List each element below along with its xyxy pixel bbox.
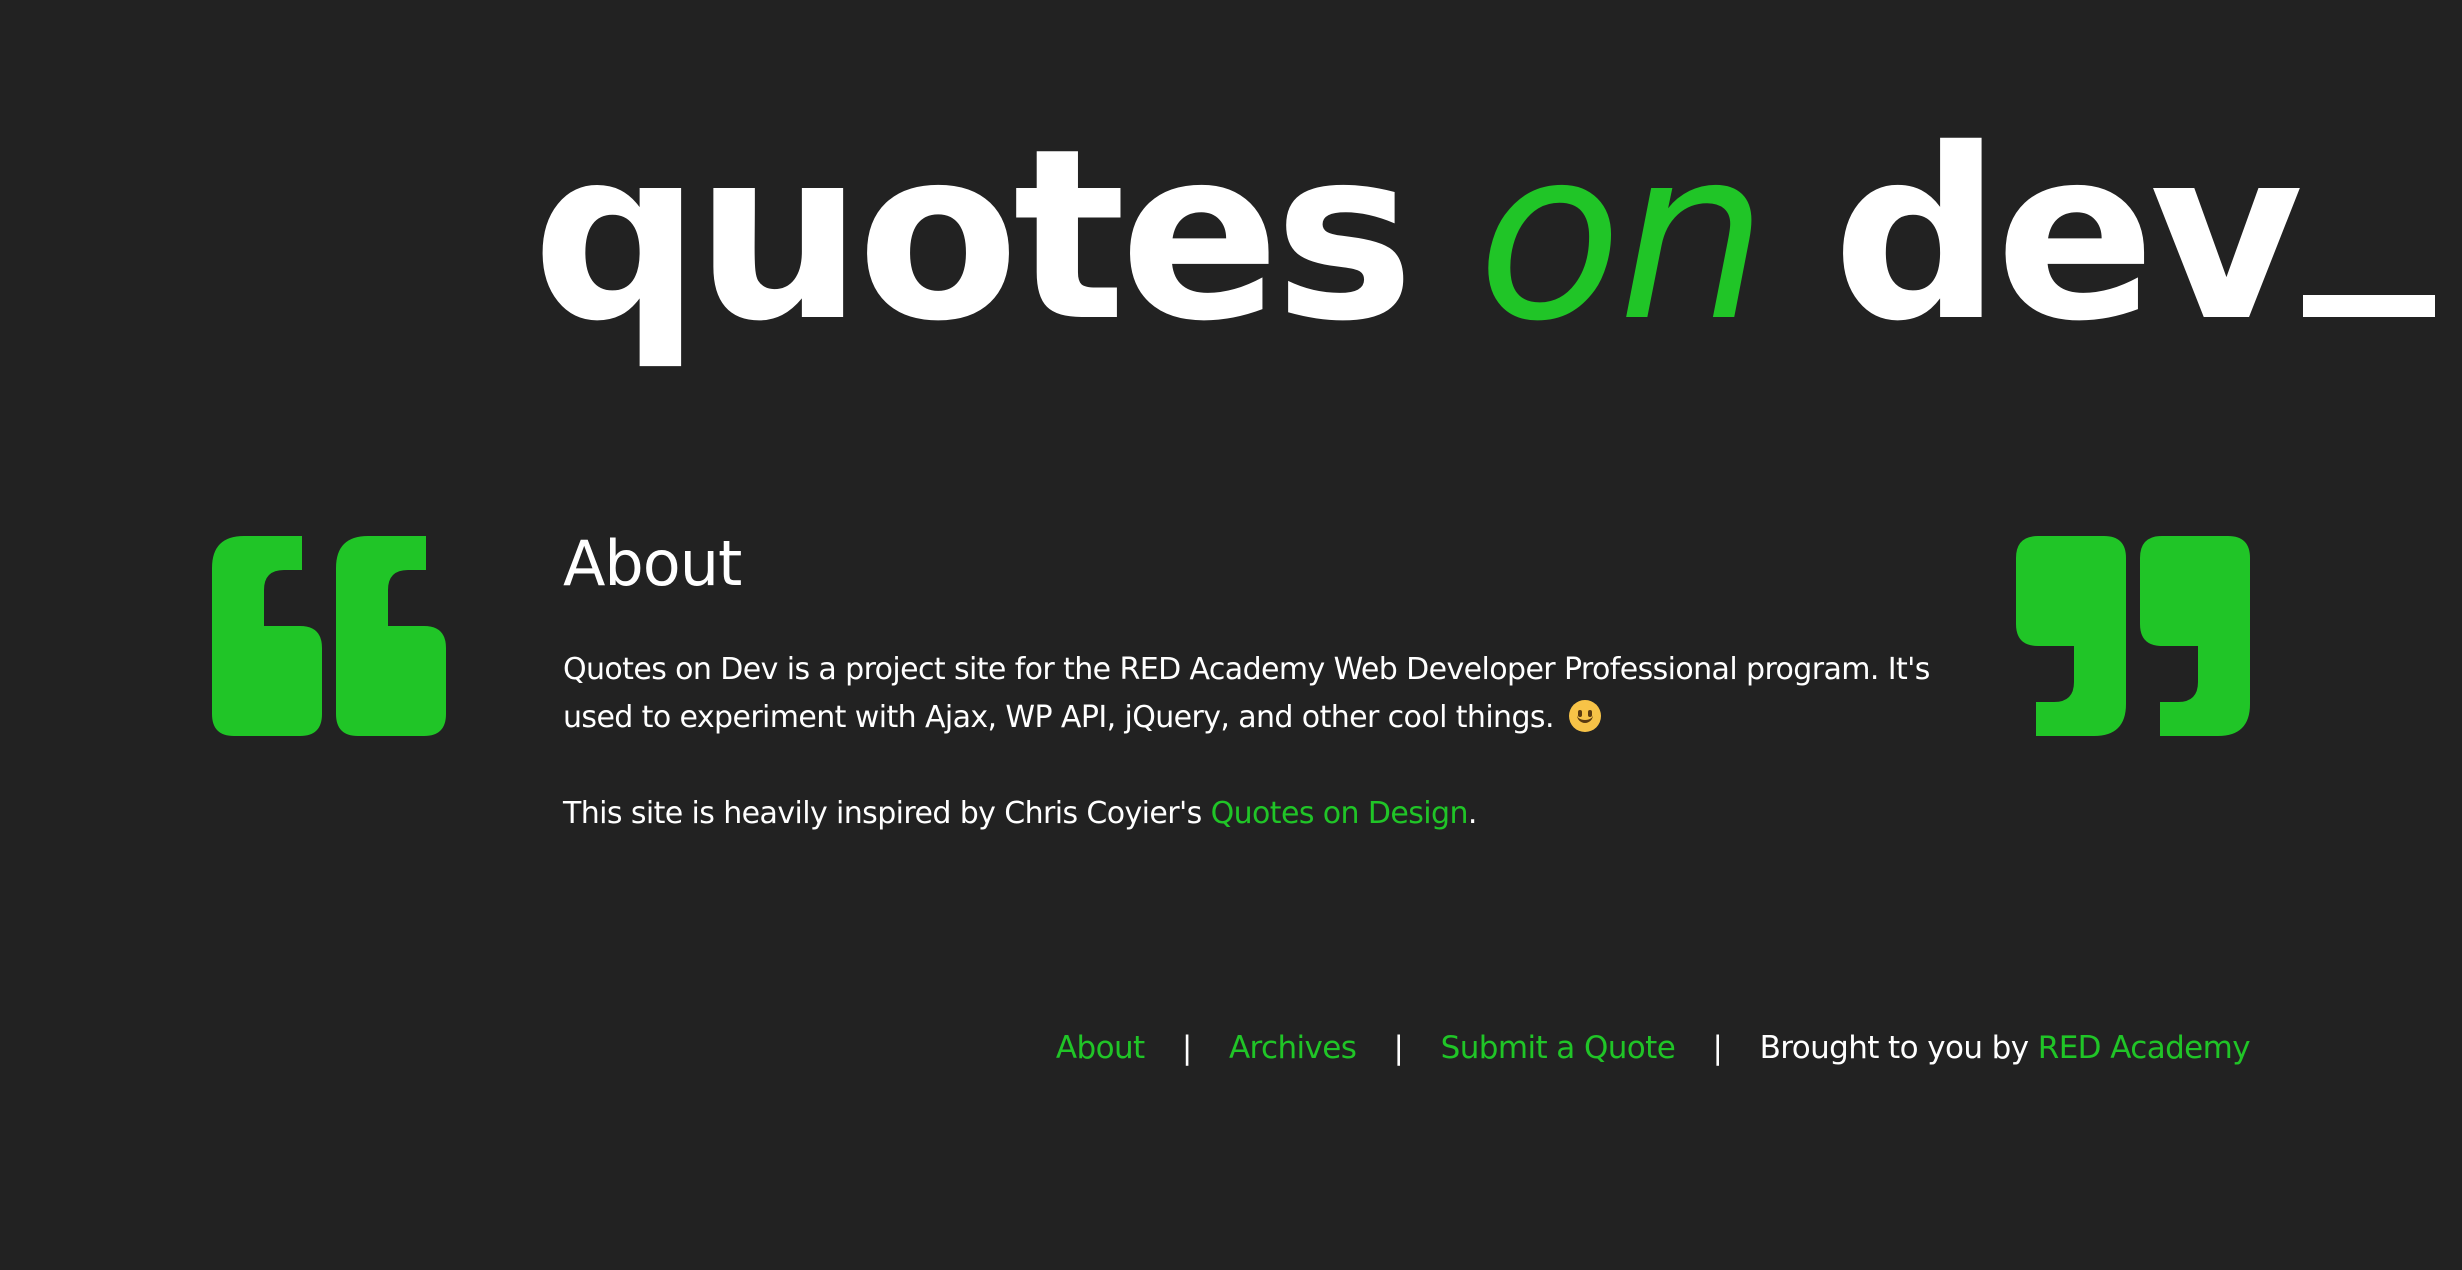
quotes-on-design-link[interactable]: Quotes on Design (1211, 796, 1469, 831)
inspiration-suffix: . (1467, 796, 1478, 832)
logo-word-quotes: quotes (532, 98, 1414, 373)
open-quote-icon (212, 536, 446, 736)
about-paragraph: Quotes on Dev is a project site for the … (563, 646, 1943, 742)
inspiration-text: This site is heavily inspired by Chris C… (563, 796, 1202, 832)
footer-credit-text: Brought to you by (1759, 1030, 2030, 1066)
about-content: About Quotes on Dev is a project site fo… (563, 527, 1943, 886)
site-footer: About | Archives | Submit a Quote | Brou… (1056, 1024, 2251, 1072)
page: quotes on dev About Quotes on Dev is a p… (0, 0, 2462, 1270)
footer-link-archives[interactable]: Archives (1229, 1030, 1357, 1066)
logo-word-on: on (1477, 98, 1767, 373)
footer-link-submit-quote[interactable]: Submit a Quote (1441, 1030, 1676, 1066)
footer-link-red-academy[interactable]: RED Academy (2038, 1030, 2251, 1066)
about-text: Quotes on Dev is a project site for the … (563, 652, 1930, 736)
footer-link-about[interactable]: About (1056, 1030, 1145, 1066)
inspiration-paragraph: This site is heavily inspired by Chris C… (563, 790, 1943, 838)
logo-cursor-underscore (2303, 295, 2436, 317)
close-quote-icon (2016, 536, 2250, 736)
page-title: About (563, 527, 742, 600)
footer-separator: | (1712, 1030, 1723, 1066)
smiley-emoji-icon (1568, 700, 1601, 733)
footer-separator: | (1393, 1030, 1404, 1066)
logo-word-dev: dev (1832, 98, 2303, 373)
footer-separator: | (1181, 1030, 1192, 1066)
site-logo[interactable]: quotes on dev (532, 118, 2436, 354)
